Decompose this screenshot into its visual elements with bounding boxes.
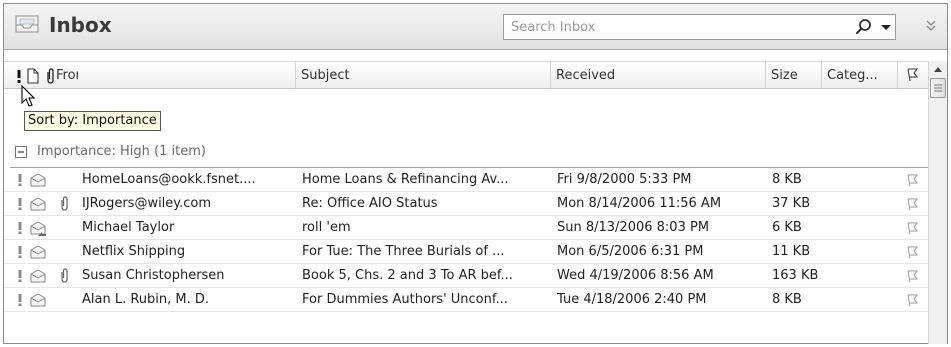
icon-columns: From [4,62,78,89]
attachment-column-icon[interactable] [45,68,55,84]
title-bar: Inbox [4,4,947,50]
message-received: Tue 4/18/2006 2:40 PM [557,292,707,307]
flag-icon[interactable] [906,221,918,239]
scroll-thumb[interactable] [930,78,946,98]
replied-envelope-icon [29,220,47,240]
paperclip-icon [59,268,69,287]
flag-icon[interactable] [906,269,918,287]
message-subject: Book 5, Chs. 2 and 3 To AR bef... [302,268,513,283]
message-from: IJRogers@wiley.com [82,196,212,211]
message-size: 6 KB [772,220,802,235]
envelope-icon [29,244,47,264]
double-chevron-down-icon[interactable] [924,18,938,34]
message-from: HomeLoans@ookk.fsnet.... [82,172,256,187]
column-received[interactable]: Received [551,62,766,89]
message-subject: For Tue: The Three Burials of ... [302,244,505,259]
envelope-icon [29,268,47,288]
message-size: 11 KB [772,244,811,259]
vertical-scrollbar[interactable] [928,61,947,344]
message-row[interactable]: Netflix Shipping For Tue: The Three Buria… [4,240,928,264]
message-size: 8 KB [772,292,802,307]
column-flag[interactable] [898,62,928,89]
message-subject: For Dummies Authors' Unconf... [302,292,508,307]
inbox-window: Inbox Search Inbox Fro Subject Received … [3,3,948,344]
window-title: Inbox [49,13,112,37]
message-from: Susan Christophersen [82,268,225,283]
collapse-icon[interactable] [15,146,27,158]
envelope-icon [29,196,47,216]
message-subject: Re: Office AIO Status [302,196,438,211]
message-from: Netflix Shipping [82,244,186,259]
scroll-up-arrow-icon[interactable] [929,61,947,77]
flag-icon[interactable] [906,245,918,263]
flag-column-icon[interactable] [906,67,918,82]
inbox-icon [15,15,39,33]
search-input[interactable] [504,15,844,39]
column-subject[interactable]: Subject [296,62,551,89]
message-subject: Home Loans & Refinancing Av... [302,172,509,187]
envelope-icon [29,172,47,192]
importance-icon[interactable] [17,293,23,311]
message-row[interactable]: Michael Taylor roll 'em Sun 8/13/2006 8:03… [4,216,928,240]
message-size: 8 KB [772,172,802,187]
column-size[interactable]: Size [766,62,822,89]
message-row[interactable]: HomeLoans@ookk.fsnet.... Home Loans & Ref… [4,168,928,192]
flag-icon[interactable] [906,173,918,191]
importance-icon[interactable] [17,269,23,287]
grip-icon [934,84,942,92]
message-received: Wed 4/19/2006 8:56 AM [557,268,714,283]
group-header[interactable]: Importance: High (1 item) [4,138,928,168]
column-from[interactable]: From [56,62,78,89]
flag-icon[interactable] [906,197,918,215]
message-row[interactable]: IJRogers@wiley.com Re: Office AIO Status M… [4,192,928,216]
search-box[interactable] [503,14,896,40]
message-received: Fri 9/8/2000 5:33 PM [557,172,692,187]
flag-icon[interactable] [906,293,918,311]
message-received: Mon 8/14/2006 11:56 AM [557,196,722,211]
mouse-cursor-icon [21,85,36,107]
message-row[interactable]: Alan L. Rubin, M. D. For Dummies Authors'… [4,288,928,312]
envelope-icon [29,292,47,312]
search-icon[interactable] [855,18,873,36]
group-label: Importance: High (1 item) [37,144,206,159]
message-subject: roll 'em [302,220,351,235]
item-type-column-icon[interactable] [27,68,39,84]
column-from-cell[interactable] [78,62,296,89]
message-from: Michael Taylor [82,220,175,235]
message-received: Sun 8/13/2006 8:03 PM [557,220,710,235]
tooltip: Sort by: Importance [24,111,161,131]
message-received: Mon 6/5/2006 6:31 PM [557,244,704,259]
importance-icon[interactable] [17,173,23,191]
chevron-down-icon[interactable] [879,19,893,35]
importance-icon[interactable] [17,197,23,215]
paperclip-icon [59,196,69,215]
column-categories[interactable]: Categ... [822,62,898,89]
message-size: 37 KB [772,196,811,211]
message-row[interactable]: Susan Christophersen Book 5, Chs. 2 and 3… [4,264,928,288]
importance-column-icon[interactable] [15,68,23,84]
column-header: From Subject Received Size Categ... [4,61,928,89]
importance-icon[interactable] [17,221,23,239]
message-size: 163 KB [772,268,819,283]
message-from: Alan L. Rubin, M. D. [82,292,210,307]
importance-icon[interactable] [17,245,23,263]
